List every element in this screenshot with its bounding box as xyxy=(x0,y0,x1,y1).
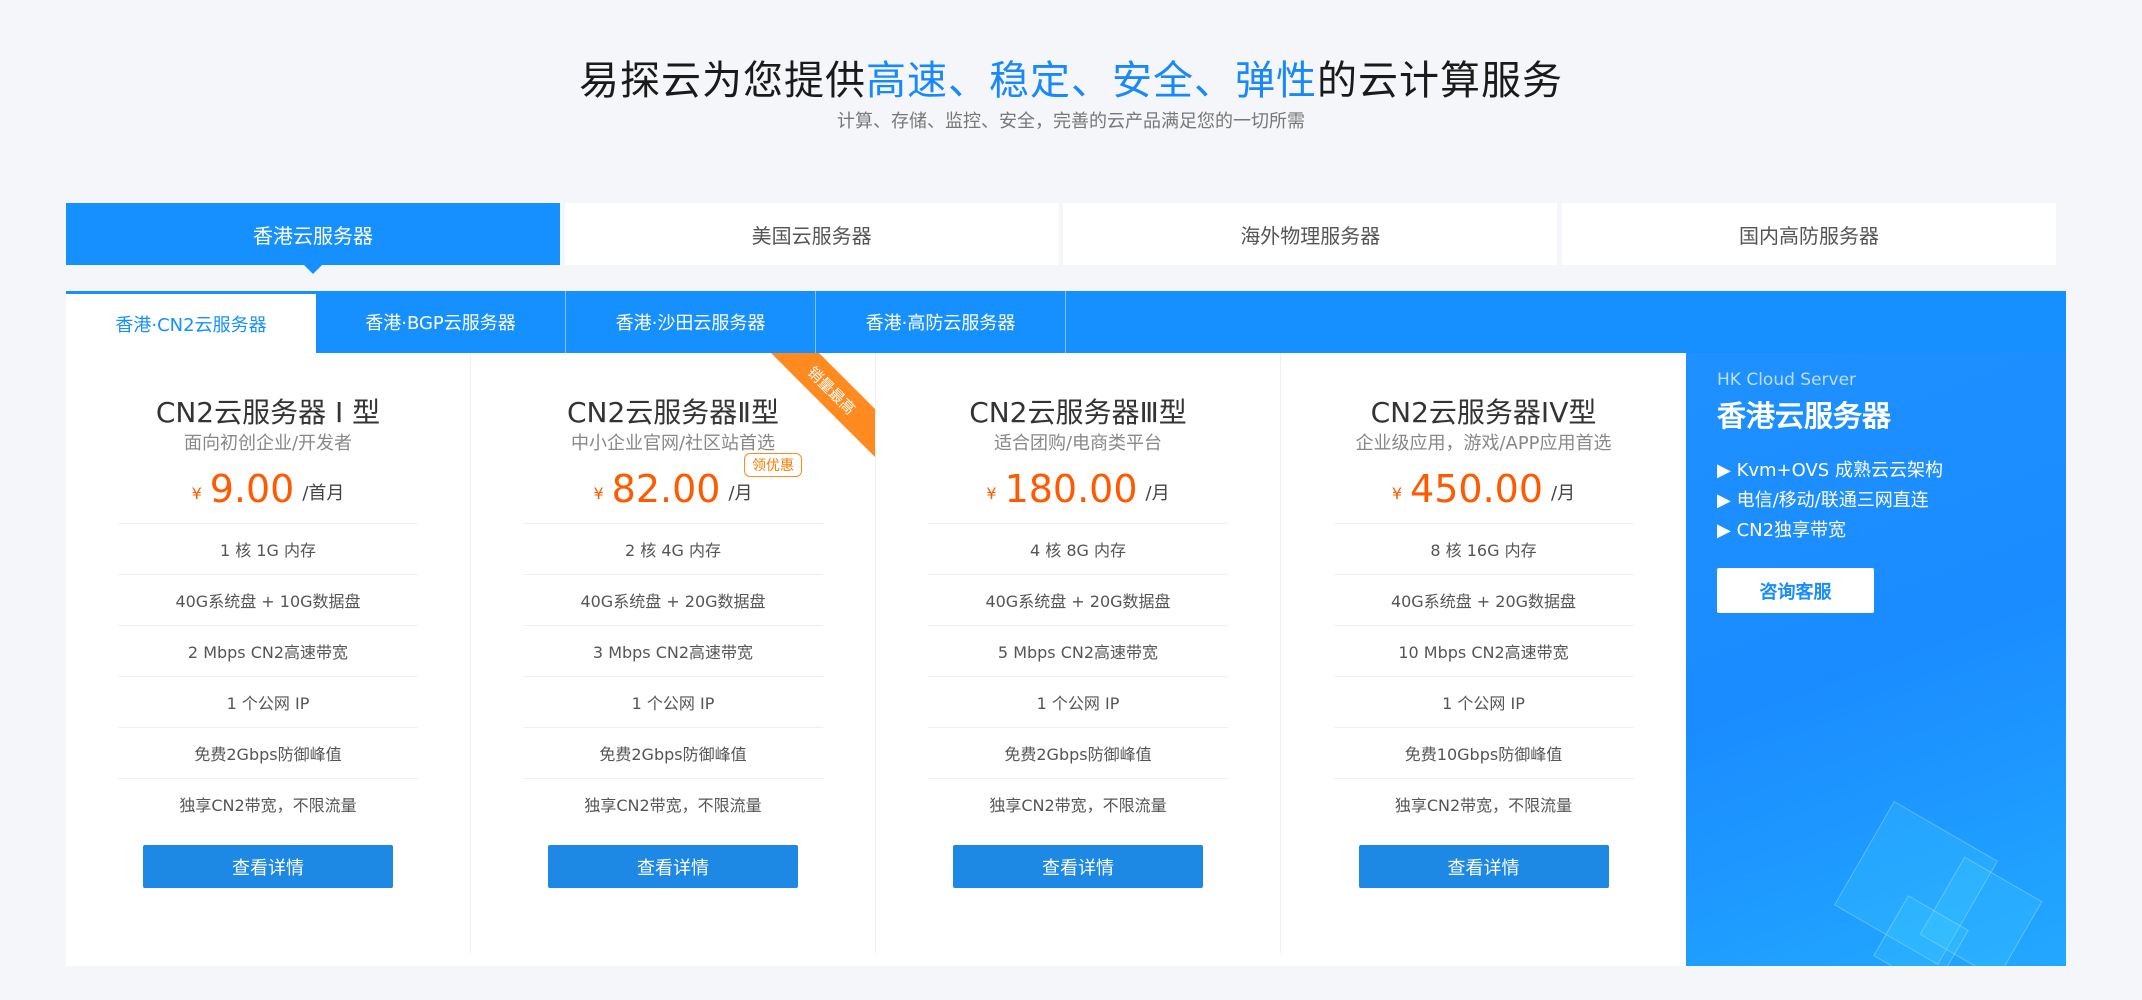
promo-feature: ▶ 电信/移动/联通三网直连 xyxy=(1717,490,1929,511)
plan-desc: 适合团购/电商类平台 xyxy=(993,433,1163,454)
subtab-hk-shatin[interactable]: 香港·沙田云服务器 xyxy=(566,291,816,353)
plan-price: ¥ 180.00 /月 xyxy=(876,463,1280,511)
currency: ¥ xyxy=(593,484,604,503)
tab-us-cloud[interactable]: 美国云服务器 xyxy=(564,203,1059,265)
spec-item: 1 个公网 IP xyxy=(928,676,1228,727)
spec-list: 4 核 8G 内存 40G系统盘 + 20G数据盘 5 Mbps CN2高速带宽… xyxy=(928,523,1228,829)
spec-item: 40G系统盘 + 10G数据盘 xyxy=(118,574,418,625)
plan-card-3: CN2云服务器Ⅲ型 适合团购/电商类平台 ¥ 180.00 /月 4 核 8G … xyxy=(876,353,1281,953)
tab-hk-cloud[interactable]: 香港云服务器 xyxy=(66,203,560,274)
product-panel: 香港·CN2云服务器 香港·BGP云服务器 香港·沙田云服务器 香港·高防云服务… xyxy=(66,291,2066,966)
spec-item: 免费10Gbps防御峰值 xyxy=(1333,727,1634,778)
sub-tab-bar: 香港·CN2云服务器 香港·BGP云服务器 香港·沙田云服务器 香港·高防云服务… xyxy=(66,291,2066,353)
subtab-hk-ddos[interactable]: 香港·高防云服务器 xyxy=(816,291,1066,353)
spec-item: 2 核 4G 内存 xyxy=(523,523,823,574)
spec-item: 5 Mbps CN2高速带宽 xyxy=(928,625,1228,676)
plan-price: ¥ 9.00 /首月 xyxy=(66,463,470,511)
spec-item: 免费2Gbps防御峰值 xyxy=(118,727,418,778)
main-tabs: 香港云服务器 美国云服务器 海外物理服务器 国内高防服务器 xyxy=(66,203,2056,274)
plan-name: CN2云服务器IV型 xyxy=(1370,396,1597,429)
spec-item: 独享CN2带宽，不限流量 xyxy=(118,778,418,829)
plan-desc: 面向初创企业/开发者 xyxy=(183,433,353,454)
plan-card-1: CN2云服务器 I 型 面向初创企业/开发者 ¥ 9.00 /首月 1 核 1G… xyxy=(66,353,471,953)
contact-support-button[interactable]: 咨询客服 xyxy=(1717,568,1874,613)
tab-domestic-ddos[interactable]: 国内高防服务器 xyxy=(1561,203,2056,265)
spec-item: 40G系统盘 + 20G数据盘 xyxy=(523,574,823,625)
view-details-button[interactable]: 查看详情 xyxy=(1358,845,1609,888)
spec-item: 独享CN2带宽，不限流量 xyxy=(928,778,1228,829)
promo-features: ▶ Kvm+OVS 成熟云云架构 ▶ 电信/移动/联通三网直连 ▶ CN2独享带… xyxy=(1717,456,1943,546)
spec-list: 1 核 1G 内存 40G系统盘 + 10G数据盘 2 Mbps CN2高速带宽… xyxy=(118,523,418,829)
spec-item: 2 Mbps CN2高速带宽 xyxy=(118,625,418,676)
spec-item: 40G系统盘 + 20G数据盘 xyxy=(928,574,1228,625)
price-unit: /月 xyxy=(1145,483,1170,504)
spec-item: 1 个公网 IP xyxy=(1333,676,1634,727)
view-details-button[interactable]: 查看详情 xyxy=(548,845,798,888)
spec-item: 免费2Gbps防御峰值 xyxy=(928,727,1228,778)
price-unit: /首月 xyxy=(302,483,345,504)
spec-item: 独享CN2带宽，不限流量 xyxy=(1333,778,1634,829)
tab-overseas-physical[interactable]: 海外物理服务器 xyxy=(1063,203,1558,265)
page-subtitle: 计算、存储、监控、安全，完善的云产品满足您的一切所需 xyxy=(837,111,1305,132)
spec-list: 8 核 16G 内存 40G系统盘 + 20G数据盘 10 Mbps CN2高速… xyxy=(1333,523,1634,829)
coupon-badge[interactable]: 领优惠 xyxy=(744,453,802,477)
view-details-button[interactable]: 查看详情 xyxy=(953,845,1203,888)
currency: ¥ xyxy=(191,484,202,503)
spec-item: 1 个公网 IP xyxy=(523,676,823,727)
spec-item: 免费2Gbps防御峰值 xyxy=(523,727,823,778)
price-amount: 9.00 xyxy=(209,467,295,511)
price-amount: 180.00 xyxy=(1004,467,1138,511)
spec-list: 2 核 4G 内存 40G系统盘 + 20G数据盘 3 Mbps CN2高速带宽… xyxy=(523,523,823,829)
promo-feature: ▶ Kvm+OVS 成熟云云架构 xyxy=(1717,460,1943,481)
spec-item: 10 Mbps CN2高速带宽 xyxy=(1333,625,1634,676)
spec-item: 8 核 16G 内存 xyxy=(1333,523,1634,574)
price-amount: 450.00 xyxy=(1410,467,1544,511)
spec-item: 1 核 1G 内存 xyxy=(118,523,418,574)
price-unit: /月 xyxy=(1551,483,1576,504)
spec-item: 3 Mbps CN2高速带宽 xyxy=(523,625,823,676)
plan-price: ¥ 450.00 /月 xyxy=(1281,463,1686,511)
plan-desc: 中小企业官网/社区站首选 xyxy=(570,433,776,454)
plan-desc: 企业级应用，游戏/APP应用首选 xyxy=(1355,433,1612,454)
page-title: 易探云为您提供高速、稳定、安全、弹性的云计算服务 xyxy=(579,58,1563,104)
spec-item: 4 核 8G 内存 xyxy=(928,523,1228,574)
view-details-button[interactable]: 查看详情 xyxy=(143,845,393,888)
price-unit: /月 xyxy=(728,483,753,504)
subtab-hk-cn2[interactable]: 香港·CN2云服务器 xyxy=(66,291,316,353)
promo-banner: HK Cloud Server 香港云服务器 ▶ Kvm+OVS 成熟云云架构 … xyxy=(1686,353,2066,966)
currency: ¥ xyxy=(986,484,997,503)
promo-subtitle-en: HK Cloud Server xyxy=(1717,370,1857,390)
promo-feature: ▶ CN2独享带宽 xyxy=(1717,520,1847,541)
spec-item: 独享CN2带宽，不限流量 xyxy=(523,778,823,829)
plan-card-2: 销量最高 CN2云服务器Ⅱ型 中小企业官网/社区站首选 ¥ 82.00 /月 领… xyxy=(471,353,876,953)
currency: ¥ xyxy=(1391,484,1403,503)
plan-name: CN2云服务器 I 型 xyxy=(155,396,381,429)
plan-card-4: CN2云服务器IV型 企业级应用，游戏/APP应用首选 ¥ 450.00 /月 … xyxy=(1281,353,1686,953)
subtab-hk-bgp[interactable]: 香港·BGP云服务器 xyxy=(316,291,566,353)
price-amount: 82.00 xyxy=(611,467,721,511)
plan-price: ¥ 82.00 /月 xyxy=(471,463,875,511)
plan-name: CN2云服务器Ⅲ型 xyxy=(969,396,1187,429)
spec-item: 40G系统盘 + 20G数据盘 xyxy=(1333,574,1634,625)
spec-item: 1 个公网 IP xyxy=(118,676,418,727)
plan-cards: CN2云服务器 I 型 面向初创企业/开发者 ¥ 9.00 /首月 1 核 1G… xyxy=(66,353,1686,966)
promo-title: 香港云服务器 xyxy=(1717,399,1892,433)
